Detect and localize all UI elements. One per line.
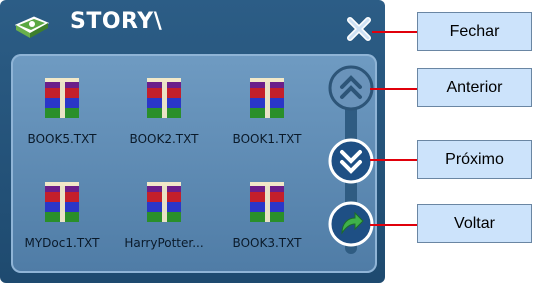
story-window: STORY\ BOOK5.TXT BOOK2.TXT BOOK1.TXT MYD… [0, 0, 385, 283]
callout-next-label: Próximo [445, 150, 504, 168]
archive-books-icon [250, 78, 284, 118]
archive-books-icon [45, 78, 79, 118]
file-item[interactable]: BOOK3.TXT [222, 180, 312, 260]
file-name: BOOK3.TXT [232, 236, 302, 250]
callout-line-close [372, 31, 418, 33]
archive-books-icon [147, 78, 181, 118]
file-item[interactable]: HarryPotter... [119, 180, 209, 260]
next-button[interactable] [328, 138, 374, 184]
file-item[interactable]: BOOK1.TXT [222, 76, 312, 156]
file-name: MYDoc1.TXT [24, 236, 100, 250]
file-name: HarryPotter... [124, 236, 204, 250]
page-title: STORY\ [70, 9, 163, 34]
file-item[interactable]: MYDoc1.TXT [17, 180, 107, 260]
callout-back-label: Voltar [454, 214, 495, 232]
callout-close-label: Fechar [449, 22, 500, 40]
book-icon [14, 16, 50, 38]
file-item[interactable]: BOOK2.TXT [119, 76, 209, 156]
previous-button[interactable] [328, 65, 374, 111]
archive-books-icon [250, 182, 284, 222]
callout-previous-label: Anterior [446, 78, 503, 96]
callout-line-previous [370, 88, 418, 90]
callout-line-next [370, 159, 418, 161]
callout-line-back [370, 224, 418, 226]
file-name: BOOK1.TXT [232, 132, 302, 146]
callout-previous: Anterior [417, 68, 532, 107]
callout-next: Próximo [417, 140, 532, 179]
file-name: BOOK2.TXT [129, 132, 199, 146]
archive-books-icon [147, 182, 181, 222]
back-button[interactable] [328, 201, 374, 247]
file-name: BOOK5.TXT [27, 132, 97, 146]
callout-close: Fechar [417, 12, 532, 51]
file-item[interactable]: BOOK5.TXT [17, 76, 107, 156]
callout-back: Voltar [417, 204, 532, 243]
title-bar: STORY\ [0, 0, 385, 52]
archive-books-icon [45, 182, 79, 222]
close-icon[interactable] [346, 16, 372, 42]
